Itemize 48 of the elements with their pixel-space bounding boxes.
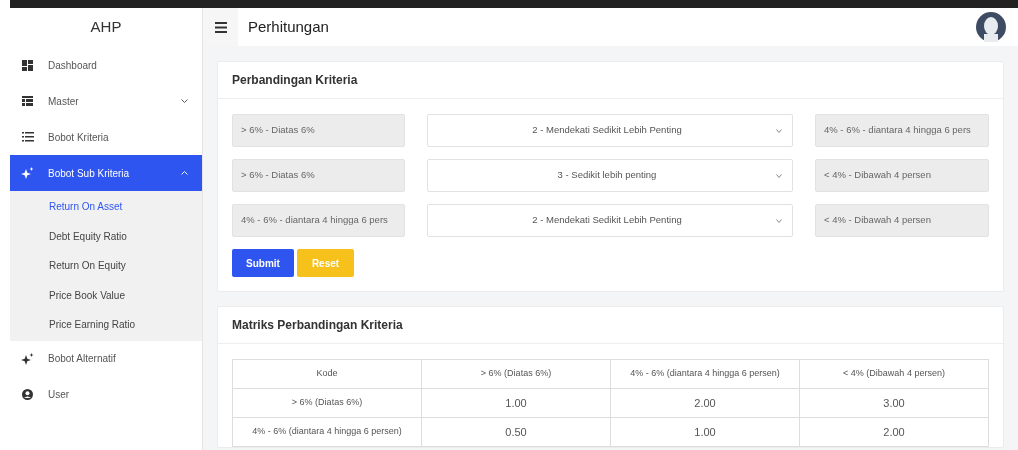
select-field[interactable]: 2 - Mendekati Sedikit Lebih Penting xyxy=(427,114,793,147)
page-title: Perhitungan xyxy=(248,16,329,37)
submenu-item[interactable]: Debt Equity Ratio xyxy=(10,221,202,251)
table-cell: 2.00 xyxy=(799,417,989,447)
chevron-down-icon xyxy=(776,218,782,223)
select-field[interactable]: 3 - Sedikit lebih penting xyxy=(427,159,793,192)
grid-icon xyxy=(22,59,33,71)
submenu-item[interactable]: Price Book Value xyxy=(10,280,202,310)
text-field[interactable]: 4% - 6% - diantara 4 hingga 6 pers xyxy=(815,114,989,147)
select-field[interactable]: 2 - Mendekati Sedikit Lebih Penting xyxy=(427,204,793,237)
brand-title: AHP xyxy=(90,16,122,37)
text-field[interactable]: > 6% - Diatas 6% xyxy=(232,159,405,192)
card-title: Matriks Perbandingan Kriteria xyxy=(232,317,403,334)
sidebar-item[interactable]: Bobot Sub Kriteria xyxy=(10,155,202,191)
sidebar-item[interactable]: Dashboard xyxy=(10,47,202,83)
sidebar-item[interactable]: User xyxy=(10,376,202,413)
table-cell: 0.50 xyxy=(421,417,611,447)
submit-button[interactable]: Submit xyxy=(232,249,294,277)
sparkle-icon xyxy=(21,352,34,365)
user-icon xyxy=(22,389,33,400)
column-header: 4% - 6% (diantara 4 hingga 6 persen) xyxy=(610,359,800,389)
avatar-icon[interactable] xyxy=(976,12,1006,42)
card-title: Perbandingan Kriteria xyxy=(232,72,358,89)
table-cell: 1.00 xyxy=(610,417,800,447)
sidebar-item[interactable]: Bobot Alternatif xyxy=(10,340,202,377)
column-header: Kode xyxy=(232,359,422,389)
submenu-item[interactable]: Return On Equity xyxy=(10,251,202,281)
submenu-item[interactable]: Price Earning Ratio xyxy=(10,310,202,340)
column-header: < 4% (Dibawah 4 persen) xyxy=(799,359,989,389)
table-cell: > 6% (Diatas 6%) xyxy=(232,388,422,418)
chevron-down-icon xyxy=(776,173,782,178)
table-cell: 4% - 6% (diantara 4 hingga 6 persen) xyxy=(232,417,422,447)
chevron-down-icon xyxy=(776,128,782,133)
menu-icon[interactable] xyxy=(214,21,227,33)
sidebar-item[interactable]: Master xyxy=(10,83,202,119)
text-field[interactable]: < 4% - Dibawah 4 persen xyxy=(815,204,989,237)
sidebar-item[interactable]: Bobot Kriteria xyxy=(10,119,202,155)
table-cell: 3.00 xyxy=(799,388,989,418)
table-cell: 1.00 xyxy=(421,388,611,418)
text-field[interactable]: > 6% - Diatas 6% xyxy=(232,114,405,147)
table-icon xyxy=(22,96,33,106)
text-field[interactable]: < 4% - Dibawah 4 persen xyxy=(815,159,989,192)
sparkle-icon xyxy=(21,167,34,179)
column-header: > 6% (Diatas 6%) xyxy=(421,359,611,389)
list-icon xyxy=(21,132,34,142)
submenu-item[interactable]: Return On Asset xyxy=(10,192,202,222)
table-cell: 2.00 xyxy=(610,388,800,418)
text-field[interactable]: 4% - 6% - diantara 4 hingga 6 pers xyxy=(232,204,405,237)
